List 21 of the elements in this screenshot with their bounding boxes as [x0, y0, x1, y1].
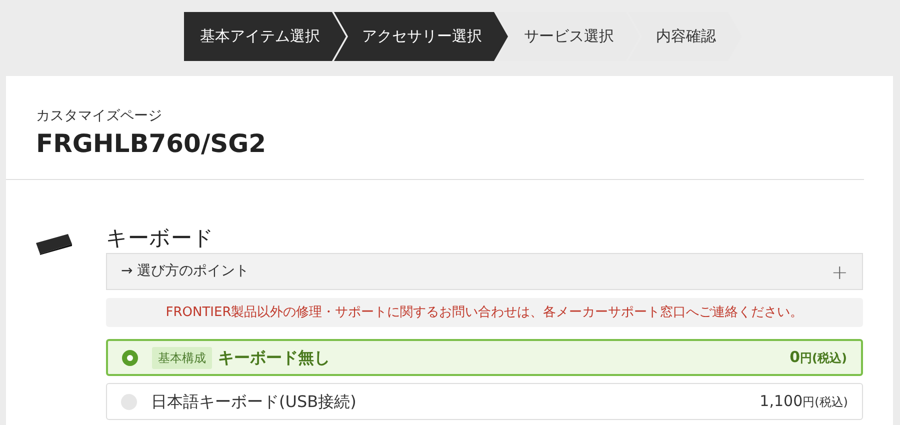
price-unit: 円(税込)	[802, 394, 848, 410]
progress-step: アクセサリー選択	[334, 12, 508, 61]
page-title: FRGHLB760/SG2	[36, 128, 267, 160]
price-amount: 1,100	[760, 391, 803, 412]
price-amount: 0	[790, 347, 800, 368]
option-row[interactable]: 基本構成 キーボード無し 0円(税込)	[106, 339, 863, 376]
option-label: 日本語キーボード(USB接続)	[151, 390, 356, 412]
progress-step: 基本アイテム選択	[184, 12, 346, 61]
keyboard-icon	[34, 233, 74, 255]
notice-message: FRONTIER製品以外の修理・サポートに関するお問い合わせは、各メーカーサポート窓口へご連絡ください。	[106, 298, 863, 327]
accordion-bar[interactable]: → 選び方のポイント +	[106, 253, 863, 290]
radio-button[interactable]	[121, 394, 137, 410]
page-subtitle: カスタマイズページ	[36, 107, 163, 126]
section-heading: キーボード	[106, 225, 215, 251]
radio-button[interactable]	[122, 350, 138, 366]
option-row[interactable]: 日本語キーボード(USB接続) 1,100円(税込)	[106, 383, 863, 420]
expand-icon: +	[831, 256, 848, 286]
base-config-badge: 基本構成	[152, 346, 212, 368]
accordion-label: → 選び方のポイント	[121, 262, 250, 281]
option-label: キーボード無し	[218, 346, 330, 368]
price-unit: 円(税込)	[800, 350, 847, 366]
